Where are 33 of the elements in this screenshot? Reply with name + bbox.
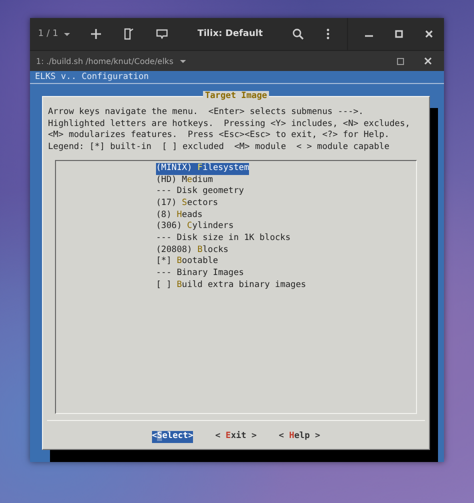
menu-icon[interactable]: [326, 28, 330, 40]
dialog-button[interactable]: <Select>: [152, 431, 194, 443]
close-icon[interactable]: [424, 57, 432, 65]
monitor-icon[interactable]: [156, 29, 168, 39]
add-icon[interactable]: [90, 28, 102, 40]
config-header: ELKS v.. Configuration: [30, 71, 444, 84]
close-icon[interactable]: [425, 30, 433, 38]
menu-item[interactable]: (17) Sectors: [156, 198, 218, 210]
menu-item[interactable]: [ ] Build extra binary images: [156, 280, 306, 292]
menu-item[interactable]: (HD) Medium: [156, 174, 213, 186]
dialog-title: Target Image: [202, 91, 270, 103]
menu-item[interactable]: (20808) Blocks: [156, 244, 228, 256]
menu-item[interactable]: [*] Bootable: [156, 256, 218, 268]
window-title: Tilix: Default: [196, 29, 264, 39]
menu-item[interactable]: (MINIX) Filesystem: [156, 162, 250, 175]
menu-section-heading: --- Binary Images: [156, 268, 244, 280]
dialog-button[interactable]: < Exit >: [215, 431, 257, 443]
maximize-icon[interactable]: [397, 58, 404, 64]
menu-item[interactable]: (306) Cylinders: [156, 221, 234, 234]
dialog-button[interactable]: < Help >: [278, 431, 320, 443]
help-text: Legend: [*] built-in [ ] excluded <M> module < > module capable: [48, 142, 390, 154]
menu-section-heading: --- Disk size in 1K blocks: [156, 233, 291, 245]
help-text: Arrow keys navigate the menu. <Enter> selects submenus --->.: [48, 107, 365, 119]
search-icon[interactable]: [292, 28, 304, 40]
caret-icon: [179, 58, 188, 64]
help-text: Highlighted letters are hotkeys. Pressing <Y> includes, <N> excludes,: [48, 118, 412, 130]
help-text: <M> modularizes features. Press <Esc><Esc> to exit, <?> for Help.: [48, 130, 390, 142]
menu-section-heading: --- Disk geometry: [156, 186, 244, 198]
document-icon[interactable]: [124, 28, 134, 40]
menu-item[interactable]: (8) Heads: [156, 210, 203, 222]
caret-icon: [63, 32, 72, 36]
session-switcher[interactable]: 1 / 1: [30, 29, 80, 39]
maximize-icon[interactable]: [395, 30, 403, 38]
